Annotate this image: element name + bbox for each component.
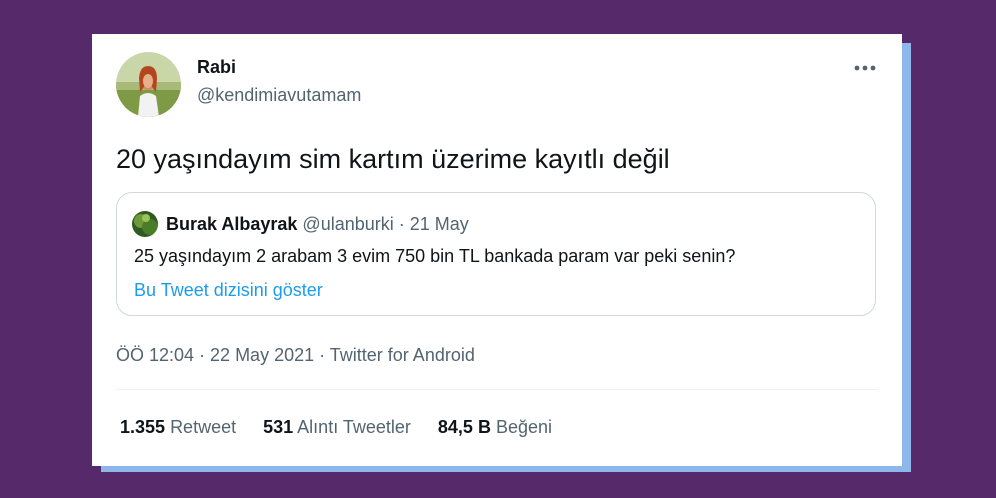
- divider: [116, 389, 878, 390]
- author-name[interactable]: Rabi: [197, 57, 236, 78]
- quote-header: Burak Albayrak @ulanburki · 21 May: [166, 214, 469, 235]
- quote-meta: @ulanburki · 21 May: [302, 214, 469, 234]
- quotes-count: 531: [263, 417, 294, 437]
- tweet-timestamp[interactable]: ÖÖ 12:04 · 22 May 2021 · Twitter for And…: [116, 345, 475, 366]
- quotes-label: Alıntı Tweetler: [297, 417, 411, 437]
- likes-label: Beğeni: [495, 417, 553, 437]
- author-avatar[interactable]: [116, 52, 181, 117]
- likes-stat[interactable]: 84,5 B Beğeni: [438, 417, 552, 438]
- show-thread-link[interactable]: Bu Tweet dizisini göster: [134, 280, 323, 301]
- retweets-stat[interactable]: 1.355 Retweet: [120, 417, 236, 438]
- author-handle[interactable]: @kendimiavutamam: [197, 85, 361, 106]
- retweets-label: Retweet: [170, 417, 237, 437]
- quoted-tweet[interactable]: Burak Albayrak @ulanburki · 21 May 25 ya…: [116, 192, 876, 316]
- retweets-count: 1.355: [120, 417, 166, 437]
- quote-author-name: Burak Albayrak: [166, 214, 298, 234]
- tweet-stats: 1.355 Retweet 531 Alıntı Tweetler 84,5 B…: [120, 417, 552, 438]
- quote-author-avatar: [132, 211, 158, 237]
- likes-count: 84,5 B: [437, 417, 491, 437]
- quote-text: 25 yaşındayım 2 arabam 3 evim 750 bin TL…: [134, 246, 736, 266]
- tweet-card: Rabi @kendimiavutamam 20 yaşındayım sim …: [92, 34, 902, 466]
- more-horizontal-icon[interactable]: [853, 58, 877, 78]
- quotes-stat[interactable]: 531 Alıntı Tweetler: [263, 417, 411, 438]
- tweet-text: 20 yaşındayım sim kartım üzerime kayıtlı…: [116, 144, 670, 174]
